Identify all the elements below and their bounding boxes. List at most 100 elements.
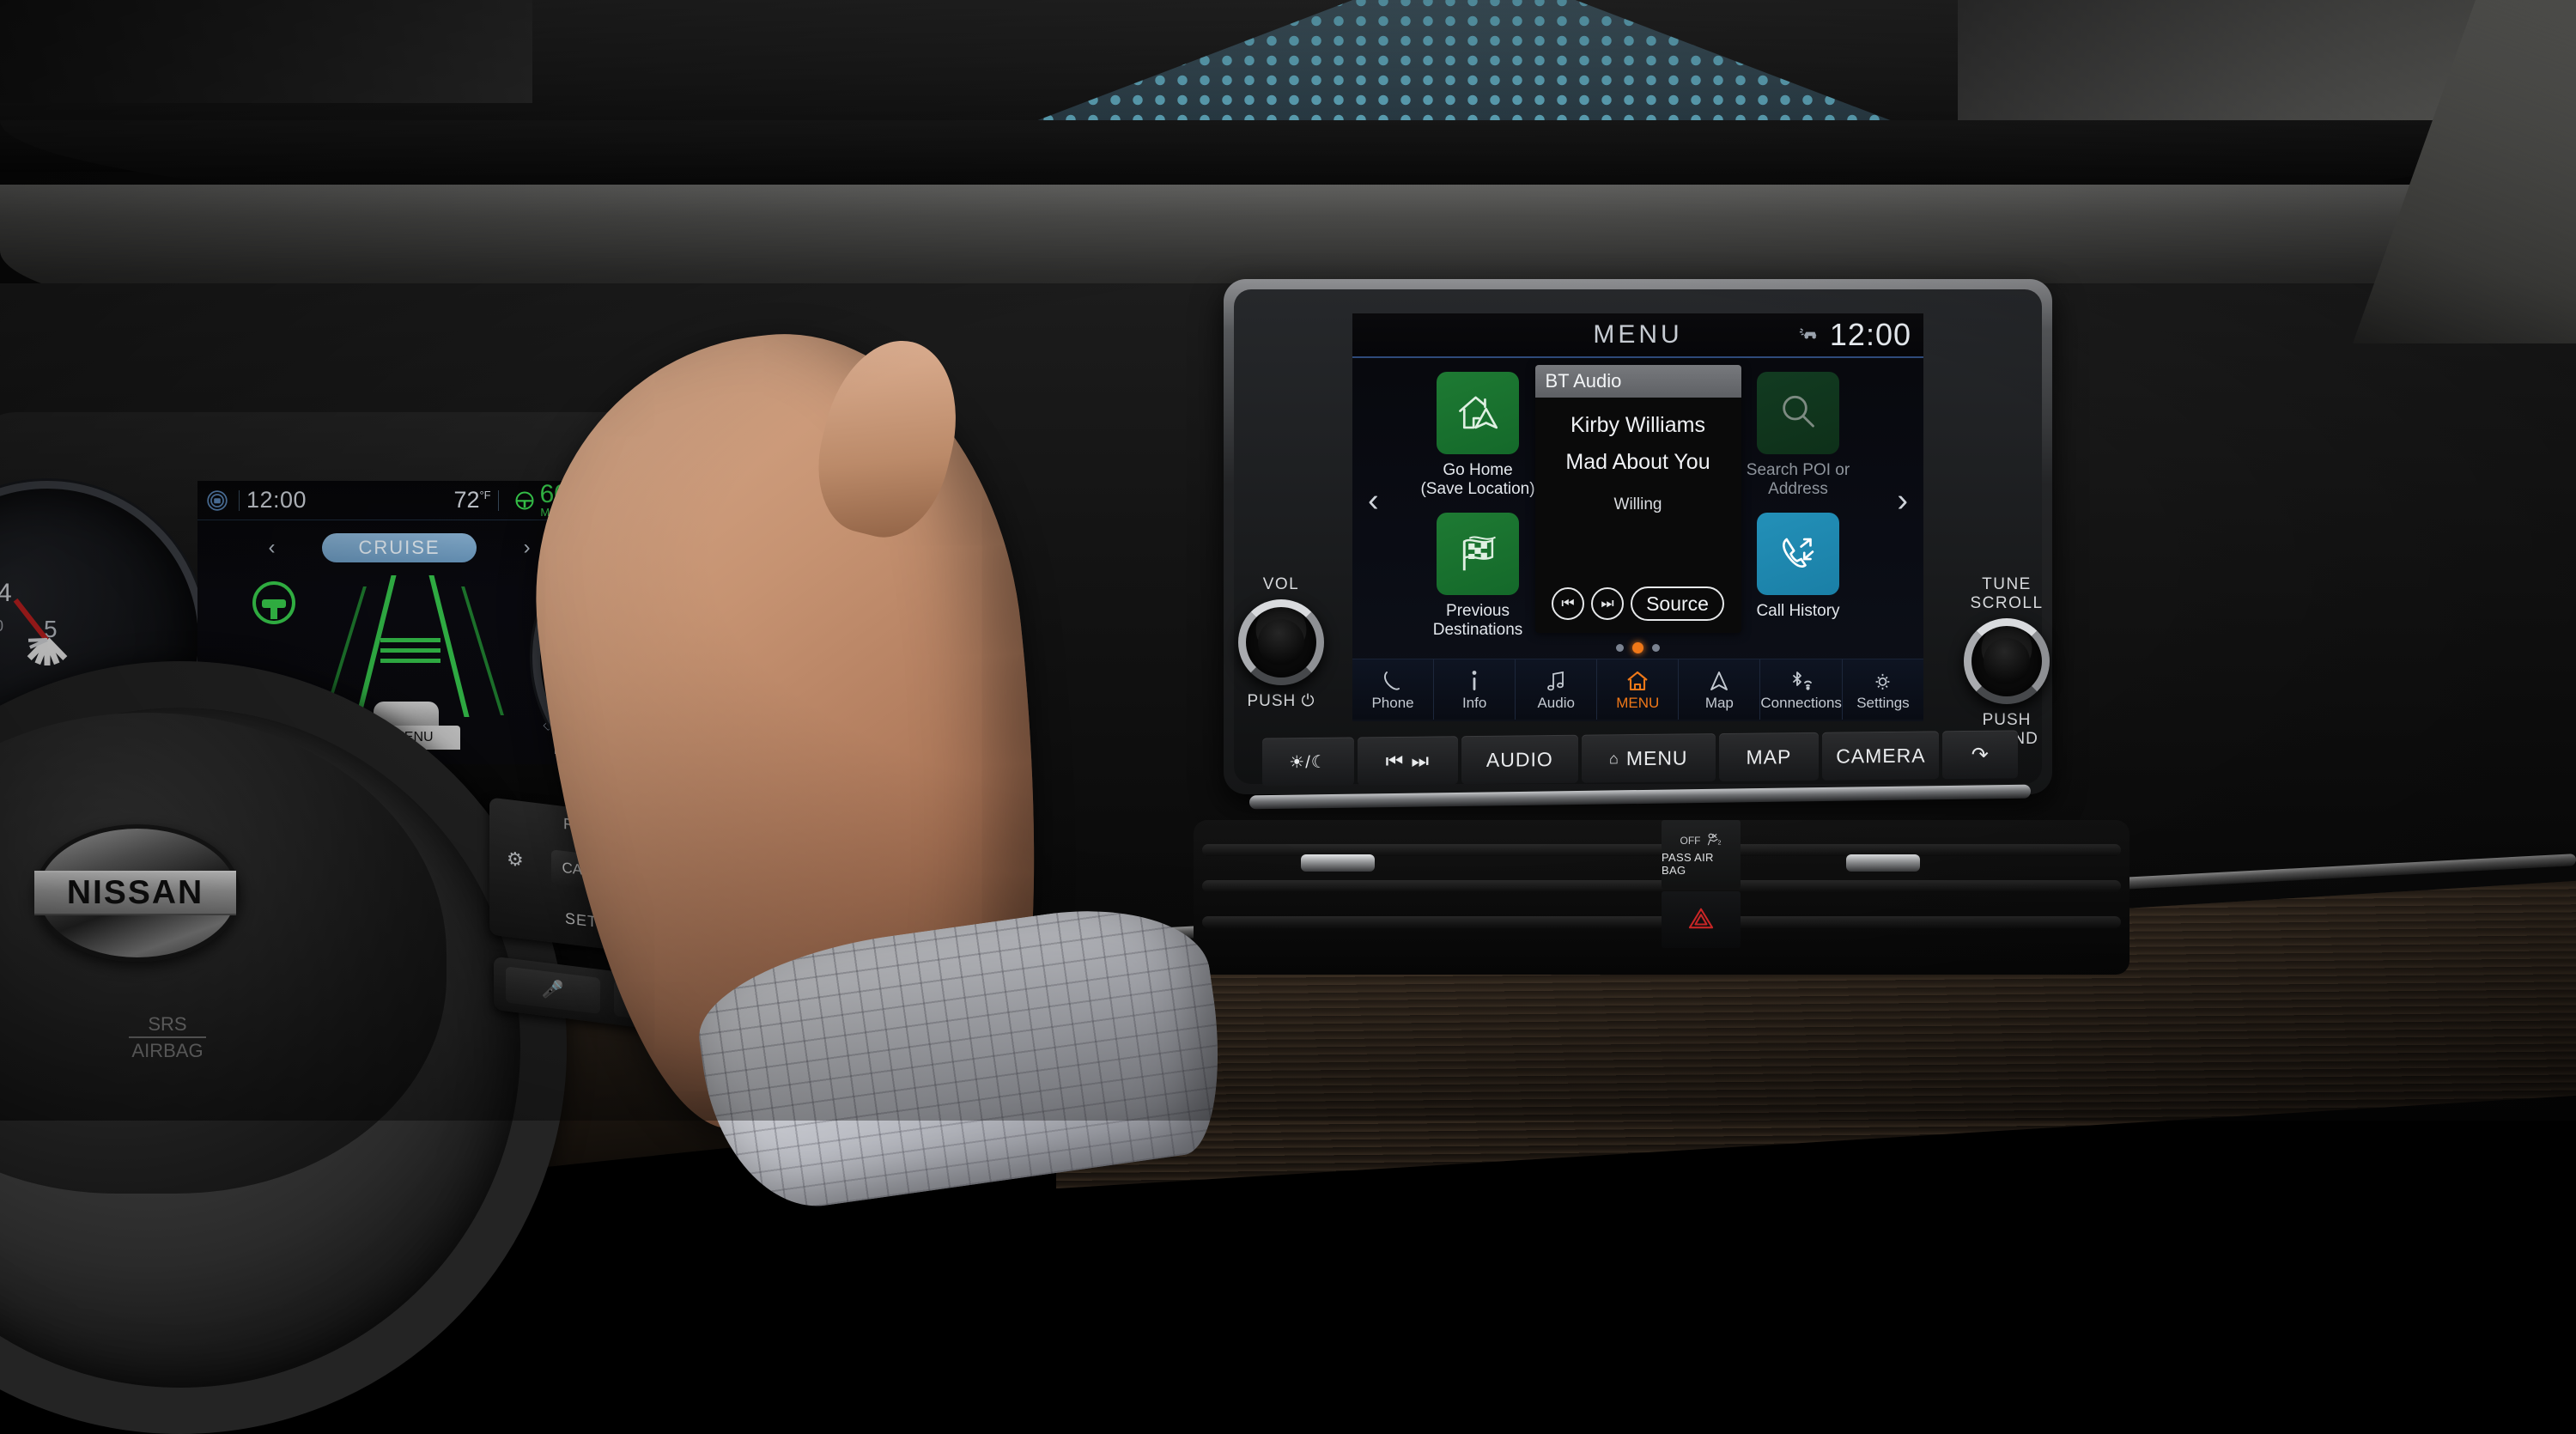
carousel-prev-arrow-icon[interactable]: ‹ — [1368, 483, 1379, 520]
home-small-icon: ⌂ — [1608, 749, 1619, 767]
magnifier-icon — [1757, 372, 1839, 454]
screen-header: MENU 12:00 — [1352, 313, 1923, 358]
navigation-arrow-icon — [1709, 668, 1729, 692]
tab-map-label: Map — [1704, 694, 1734, 711]
carousel-next-arrow-icon[interactable]: › — [1897, 483, 1908, 520]
pass-airbag-status-row: OFF 2 — [1680, 833, 1722, 849]
cluster-temperature: 72°F — [453, 487, 490, 513]
tab-menu-label: MENU — [1616, 694, 1660, 711]
day-night-button[interactable]: ☀/☾ — [1262, 737, 1354, 787]
menu-button-label: MENU — [1625, 745, 1688, 769]
media-album: Willing — [1613, 495, 1662, 513]
tab-phone[interactable]: Phone — [1352, 659, 1435, 720]
cluster-arrow-left-icon[interactable]: ‹ — [268, 536, 275, 560]
tile-go-home[interactable]: Go Home (Save Location) — [1414, 372, 1541, 499]
vent-direction-knob-left[interactable] — [1301, 854, 1375, 872]
tach-tick-4: 4 — [0, 579, 12, 607]
tile-go-home-label-1: Go Home — [1443, 461, 1513, 479]
phone-icon — [1382, 668, 1403, 692]
skip-forward-icon[interactable]: ⏭ — [1591, 587, 1625, 620]
page-dot[interactable] — [1652, 644, 1660, 652]
tab-connections[interactable]: Connections — [1760, 659, 1843, 720]
media-track-title: Mad About You — [1565, 450, 1710, 474]
left-tile-column: Go Home (Save Location) Previous Destina… — [1414, 372, 1541, 640]
volume-knob[interactable] — [1238, 599, 1324, 685]
tile-search-poi-label-1: Search POI or — [1746, 461, 1850, 479]
page-dot-active[interactable] — [1632, 642, 1643, 653]
media-player-card[interactable]: BT Audio Kirby Williams Mad About You Wi… — [1534, 365, 1741, 633]
cluster-divider — [497, 489, 499, 511]
steering-assist-icon — [252, 581, 295, 624]
volume-knob-group: VOL PUSH ⏻ — [1230, 575, 1333, 711]
audio-button[interactable]: AUDIO — [1461, 734, 1578, 785]
map-button[interactable]: MAP — [1718, 732, 1820, 782]
tune-scroll-knob[interactable] — [1964, 618, 2050, 704]
checkered-flag-icon — [1437, 513, 1519, 596]
volume-push-label: PUSH ⏻ — [1230, 692, 1333, 711]
srs-text: SRS — [148, 1013, 187, 1035]
srs-divider — [129, 1036, 206, 1039]
right-tile-column: Search POI or Address Call History — [1735, 372, 1862, 621]
skip-back-icon[interactable]: ⏮ — [1552, 587, 1585, 620]
push-text: PUSH — [1247, 692, 1297, 710]
following-distance-icon[interactable]: ⚙ — [507, 848, 524, 872]
lane-dash-mark — [380, 638, 440, 642]
music-note-icon — [1546, 668, 1566, 692]
bluetooth-wifi-icon — [1789, 668, 1814, 692]
cluster-arrow-right-icon[interactable]: › — [524, 536, 531, 560]
pass-airbag-label: PASS AIR BAG — [1662, 850, 1714, 877]
home-navigation-icon — [1437, 372, 1519, 454]
hazard-light-button[interactable] — [1662, 891, 1741, 948]
nissan-logo: NISSAN — [34, 824, 240, 962]
lane-line-right — [428, 575, 470, 717]
cluster-mode-label: CRUISE — [322, 533, 477, 562]
tab-map[interactable]: Map — [1679, 659, 1761, 720]
airbag-text: AIRBAG — [131, 1040, 204, 1062]
pass-airbag-indicator: OFF 2 PASS AIR BAG — [1662, 820, 1741, 889]
vent-direction-knob-right[interactable] — [1846, 854, 1920, 872]
tile-search-poi-label-2: Address — [1768, 480, 1828, 499]
tile-previous-destinations[interactable]: Previous Destinations — [1414, 513, 1541, 640]
info-icon — [1469, 668, 1479, 692]
track-skip-button[interactable]: ⏮ ⏭ — [1358, 736, 1458, 786]
camera-button[interactable]: CAMERA — [1822, 731, 1940, 781]
nissan-wordmark: NISSAN — [34, 871, 236, 915]
header-status-cluster: 12:00 — [1799, 317, 1911, 353]
cluster-clock: 12:00 — [246, 487, 307, 513]
tile-search-poi[interactable]: Search POI or Address — [1735, 372, 1862, 499]
voice-command-icon[interactable]: 🎤 — [506, 966, 600, 1014]
skip-back-icon: ⏮ — [1385, 749, 1405, 772]
screen-body: ‹ › Go Home (Save Location) Previous Des… — [1352, 358, 1923, 659]
media-controls: ⏮ ⏭ Source — [1535, 586, 1741, 621]
propilot-assist-icon — [203, 488, 232, 513]
home-icon — [1625, 668, 1649, 692]
media-source-button[interactable]: Source — [1631, 586, 1724, 621]
svg-text:2: 2 — [1717, 839, 1721, 846]
media-artist: Kirby Williams — [1571, 413, 1705, 437]
hazard-triangle-icon — [1687, 906, 1715, 934]
tab-settings[interactable]: Settings — [1843, 659, 1923, 720]
tab-phone-label: Phone — [1371, 694, 1414, 711]
tile-prev-dest-label-1: Previous — [1446, 602, 1510, 621]
tab-menu[interactable]: MENU — [1597, 659, 1680, 720]
screen-clock: 12:00 — [1829, 317, 1911, 352]
hard-button-row: ☀/☾ ⏮ ⏭ AUDIO ⌂ MENU MAP CAMERA ↷ — [1262, 730, 2019, 787]
gear-icon — [1872, 668, 1893, 692]
tab-audio-label: Audio — [1537, 694, 1575, 711]
tile-call-history[interactable]: Call History — [1735, 513, 1862, 621]
pass-airbag-off-text: OFF — [1680, 835, 1701, 847]
lane-dash-mark — [380, 648, 440, 653]
page-dot[interactable] — [1616, 644, 1624, 652]
media-source-title: BT Audio — [1534, 365, 1741, 398]
tab-audio[interactable]: Audio — [1516, 659, 1598, 720]
media-info: Kirby Williams Mad About You Willing — [1535, 398, 1741, 514]
back-button[interactable]: ↷ — [1942, 730, 2019, 780]
menu-button[interactable]: ⌂ MENU — [1581, 733, 1716, 783]
screen-tabbar: Phone Info Audio MENU Map Connections Se… — [1352, 659, 1923, 720]
tab-connections-label: Connections — [1760, 694, 1842, 711]
tab-info[interactable]: Info — [1434, 659, 1516, 720]
tile-spacer — [1414, 499, 1541, 513]
lane-dash-mark — [380, 659, 440, 663]
carousel-page-dots — [1352, 642, 1923, 653]
infotainment-screen[interactable]: MENU 12:00 ‹ › Go Home (Save Location) P… — [1352, 313, 1923, 721]
